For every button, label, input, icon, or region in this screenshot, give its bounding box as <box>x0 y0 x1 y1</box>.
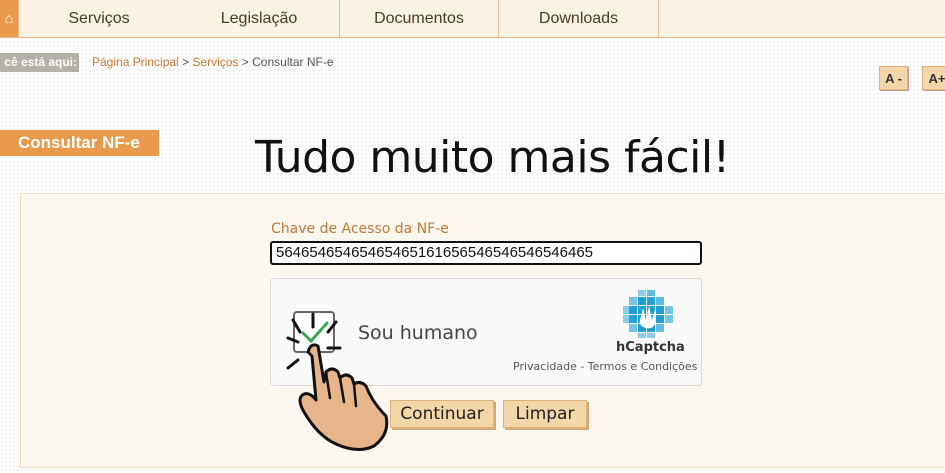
continue-button[interactable]: Continuar <box>390 400 494 428</box>
section-title: Consultar NF-e <box>0 130 159 156</box>
access-key-input[interactable]: 56465465465465465161656546546546546465 <box>270 241 702 265</box>
breadcrumb-label: cê está aqui: <box>0 53 79 72</box>
breadcrumb-separator: > <box>241 55 249 69</box>
breadcrumb-separator: > <box>182 55 190 69</box>
slogan-text: Tudo muito mais fácil! <box>255 132 730 183</box>
nav-tab-documentos[interactable]: Documentos <box>340 0 499 37</box>
breadcrumb-current: Consultar NF-e <box>252 55 334 69</box>
nav-tab-servicos[interactable]: Serviços <box>18 0 180 37</box>
hcaptcha-brand: hCaptcha <box>616 340 685 355</box>
pointing-hand-icon <box>286 312 389 451</box>
home-icon[interactable]: ⌂ <box>0 0 18 37</box>
breadcrumb-home-link[interactable]: Página Principal <box>92 55 179 69</box>
breadcrumb-services-link[interactable]: Serviços <box>192 55 238 69</box>
clear-button[interactable]: Limpar <box>503 400 587 428</box>
top-navigation: ⌂ Serviços Legislação Documentos Downloa… <box>0 0 945 38</box>
font-increase-button[interactable]: A+ <box>922 66 945 90</box>
access-key-label: Chave de Acesso da NF-e <box>271 221 449 237</box>
nav-tab-legislacao[interactable]: Legislação <box>179 0 340 37</box>
breadcrumb: Página Principal > Serviços > Consultar … <box>92 55 334 69</box>
hcaptcha-links[interactable]: Privacidade - Termos e Condições <box>513 360 697 373</box>
hcaptcha-logo-icon <box>623 290 673 338</box>
nav-tab-downloads[interactable]: Downloads <box>499 0 659 37</box>
font-decrease-button[interactable]: A - <box>879 66 908 90</box>
